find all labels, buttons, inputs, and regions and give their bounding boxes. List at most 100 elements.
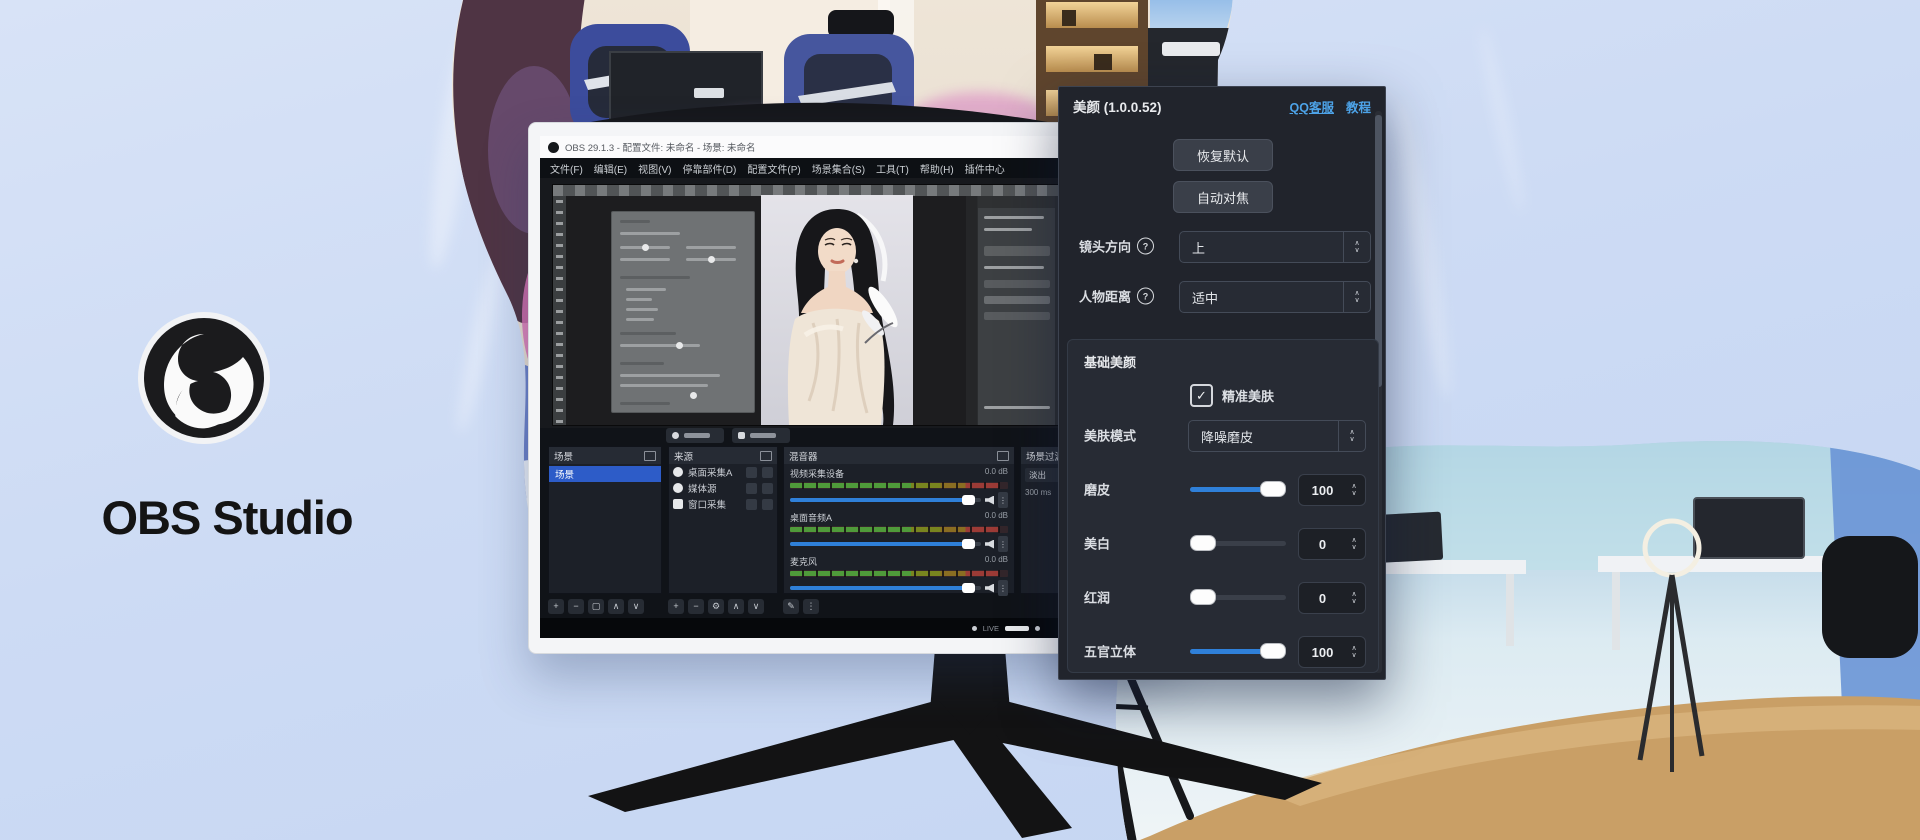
slider-handle[interactable]	[1260, 643, 1286, 659]
eye-icon[interactable]	[746, 483, 757, 494]
source-row[interactable]: 媒体源	[669, 480, 777, 496]
tutorial-link[interactable]: 教程	[1346, 97, 1371, 116]
lock-icon[interactable]	[762, 499, 773, 510]
dock-menu-icon[interactable]	[760, 451, 772, 461]
spinner-arrows-icon[interactable]: ∧∨	[1338, 421, 1365, 451]
rosy-value-spinner[interactable]: 0 ∧∨	[1298, 582, 1366, 614]
whitening-slider[interactable]	[1190, 528, 1286, 558]
face-3d-value-spinner[interactable]: 100 ∧∨	[1298, 636, 1366, 668]
checkbox-checked-icon[interactable]: ✓	[1190, 384, 1213, 407]
spinner-arrows-icon[interactable]: ∧∨	[1346, 591, 1365, 605]
precise-skin-checkbox-row[interactable]: ✓ 精准美肤	[1190, 384, 1274, 407]
spinner-arrows-icon[interactable]: ∧∨	[1346, 537, 1365, 551]
source-row[interactable]: 窗口采集	[669, 496, 777, 512]
menu-view[interactable]: 视图(V)	[638, 161, 671, 176]
smoothing-value-spinner[interactable]: 100 ∧∨	[1298, 474, 1366, 506]
menu-edit[interactable]: 编辑(E)	[594, 161, 627, 176]
move-down-icon[interactable]: ∨	[628, 599, 644, 614]
source-label: 媒体源	[688, 481, 717, 495]
dock-tab[interactable]	[732, 428, 790, 443]
rosy-slider[interactable]	[1190, 582, 1286, 612]
help-icon[interactable]: ?	[1137, 238, 1154, 255]
menu-profile[interactable]: 配置文件(P)	[747, 161, 800, 176]
slider-handle[interactable]	[1190, 589, 1216, 605]
smoothing-slider-row: 磨皮 100 ∧∨	[1068, 474, 1378, 504]
dock-tab[interactable]	[666, 428, 724, 443]
restore-defaults-button[interactable]: 恢复默认	[1173, 139, 1273, 171]
qq-support-link[interactable]: QQ客服	[1290, 97, 1334, 116]
help-icon[interactable]: ?	[1137, 288, 1154, 305]
slider-handle[interactable]	[1190, 535, 1216, 551]
select-value: 适中	[1180, 288, 1343, 307]
volume-slider[interactable]	[790, 542, 981, 546]
channel-db: 0.0 dB	[985, 555, 1008, 568]
dock-menu-icon[interactable]	[644, 451, 656, 461]
menu-scene-collection[interactable]: 场景集合(S)	[812, 161, 865, 176]
dock-menu-icon[interactable]	[997, 451, 1009, 461]
sources-dock-title: 来源	[674, 449, 693, 463]
channel-options-icon[interactable]: ⋮	[998, 536, 1008, 552]
camera-direction-select[interactable]: 上 ∧∨	[1179, 231, 1371, 263]
dock-tab-pills	[666, 428, 790, 443]
scenes-toolbar: + − ▢ ∧ ∨	[548, 596, 644, 616]
speaker-icon[interactable]	[985, 540, 994, 549]
scenes-dock-title: 场景	[554, 449, 573, 463]
face-3d-slider[interactable]	[1190, 636, 1286, 666]
promo-canvas: OBS Studio OBS 29.1.3 - 配置文件: 未命名 - 场景: …	[0, 0, 1920, 840]
menu-tools[interactable]: 工具(T)	[876, 161, 909, 176]
move-down-icon[interactable]: ∨	[748, 599, 764, 614]
spinner-value: 100	[1299, 483, 1346, 498]
channel-options-icon[interactable]: ⋮	[998, 580, 1008, 596]
menu-file[interactable]: 文件(F)	[550, 161, 583, 176]
status-dot	[1035, 626, 1040, 631]
menu-help[interactable]: 帮助(H)	[920, 161, 954, 176]
settings-icon[interactable]: ⚙	[708, 599, 724, 614]
person-distance-select[interactable]: 适中 ∧∨	[1179, 281, 1371, 313]
spinner-value: 0	[1299, 591, 1346, 606]
sources-dock: 来源 桌面采集A 媒体源 窗口采集	[668, 446, 778, 594]
lock-icon[interactable]	[762, 467, 773, 478]
wrench-icon[interactable]: ✎	[783, 599, 799, 614]
remove-icon[interactable]: −	[688, 599, 704, 614]
remove-icon[interactable]: −	[568, 599, 584, 614]
slider-handle[interactable]	[1260, 481, 1286, 497]
select-value: 降噪磨皮	[1189, 427, 1338, 446]
autofocus-button[interactable]: 自动对焦	[1173, 181, 1273, 213]
skin-mode-select[interactable]: 降噪磨皮 ∧∨	[1188, 420, 1366, 452]
face-3d-slider-row: 五官立体 100 ∧∨	[1068, 636, 1378, 666]
channel-options-icon[interactable]: ⋮	[998, 492, 1008, 508]
eye-icon[interactable]	[746, 467, 757, 478]
move-up-icon[interactable]: ∧	[728, 599, 744, 614]
scene-item-selected[interactable]: 场景	[549, 466, 661, 482]
more-icon[interactable]: ⋮	[803, 599, 819, 614]
audio-source-icon	[673, 467, 683, 477]
speaker-icon[interactable]	[985, 584, 994, 593]
obs-logo	[138, 312, 270, 444]
smoothing-slider[interactable]	[1190, 474, 1286, 504]
source-row[interactable]: 桌面采集A	[669, 464, 777, 480]
spinner-arrows-icon[interactable]: ∧∨	[1343, 232, 1370, 262]
slider-label: 红润	[1084, 588, 1110, 607]
menu-docks[interactable]: 停靠部件(D)	[682, 161, 736, 176]
window-source-icon	[673, 499, 683, 509]
skin-mode-row: 美肤模式 降噪磨皮 ∧∨	[1068, 420, 1378, 450]
volume-slider[interactable]	[790, 498, 981, 502]
whitening-value-spinner[interactable]: 0 ∧∨	[1298, 528, 1366, 560]
spinner-arrows-icon[interactable]: ∧∨	[1343, 282, 1370, 312]
speaker-icon[interactable]	[985, 496, 994, 505]
spinner-arrows-icon[interactable]: ∧∨	[1346, 483, 1365, 497]
eye-icon[interactable]	[746, 499, 757, 510]
lock-icon[interactable]	[762, 483, 773, 494]
slider-label: 五官立体	[1084, 642, 1136, 661]
move-up-icon[interactable]: ∧	[608, 599, 624, 614]
volume-slider[interactable]	[790, 586, 981, 590]
menu-plugin-center[interactable]: 插件中心	[965, 161, 1005, 176]
add-icon[interactable]: +	[668, 599, 684, 614]
obs-window-title: OBS 29.1.3 - 配置文件: 未命名 - 场景: 未命名	[565, 140, 756, 154]
rosy-slider-row: 红润 0 ∧∨	[1068, 582, 1378, 612]
person-distance-label: 人物距离	[1079, 287, 1131, 306]
spinner-arrows-icon[interactable]: ∧∨	[1346, 645, 1365, 659]
add-icon[interactable]: +	[548, 599, 564, 614]
mixer-channel: 视频采集设备0.0 dB ⋮	[784, 464, 1014, 508]
duplicate-icon[interactable]: ▢	[588, 599, 604, 614]
